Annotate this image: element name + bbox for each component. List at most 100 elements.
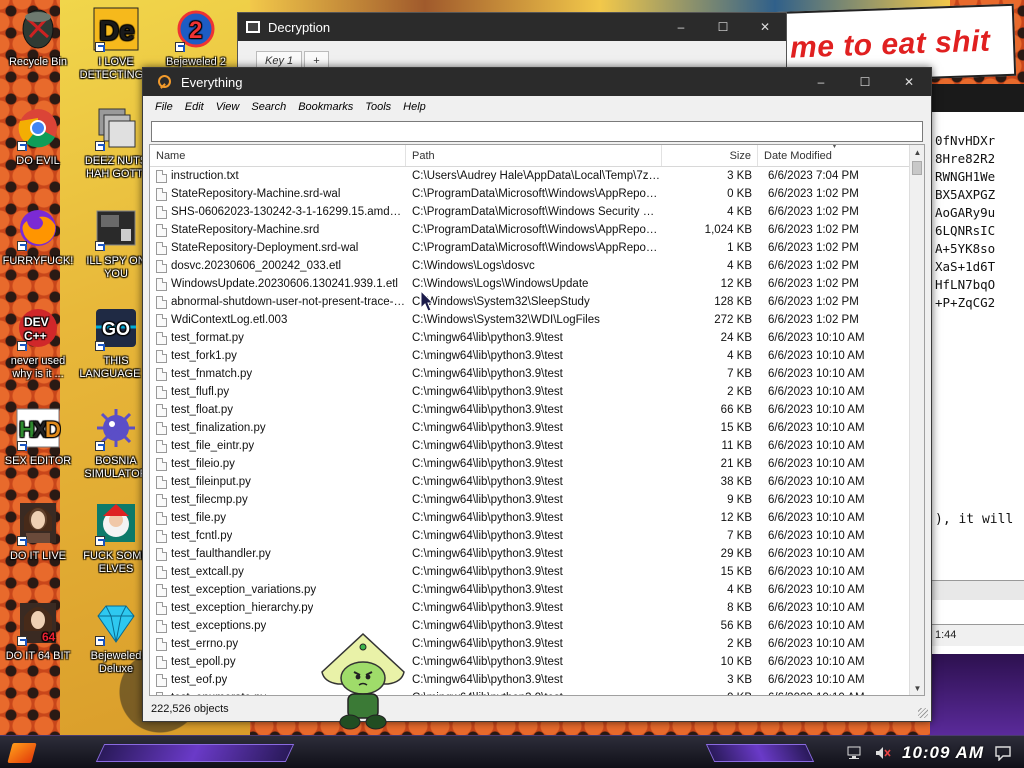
console-window[interactable]: 0fNvHDXr 8Hre82R2 RWNGH1We BX5AXPGZ AoGARy9u… bbox=[930, 84, 1024, 654]
clock[interactable]: 10:09 AM bbox=[902, 743, 984, 763]
scroll-thumb[interactable] bbox=[912, 161, 922, 175]
table-row[interactable]: test_finalization.py C:\mingw64\lib\pytho… bbox=[150, 419, 910, 437]
column-name[interactable]: Name bbox=[150, 145, 406, 166]
cell-size: 8 KB bbox=[727, 602, 752, 614]
menu-file[interactable]: File bbox=[149, 101, 179, 113]
table-row[interactable]: test_fnmatch.py C:\mingw64\lib\python3.9\… bbox=[150, 365, 910, 383]
table-row[interactable]: dosvc.20230606_200242_033.etl C:\Windows\… bbox=[150, 257, 910, 275]
column-size[interactable]: Size bbox=[662, 145, 758, 166]
table-row[interactable]: test_enumerate.py C:\mingw64\lib\python3.… bbox=[150, 689, 910, 695]
network-icon[interactable] bbox=[846, 746, 864, 760]
file-icon bbox=[156, 457, 167, 471]
desktop-icon[interactable]: FURRYFUCK! bbox=[0, 205, 76, 268]
cell-name: test_fileio.py bbox=[150, 457, 406, 471]
table-row[interactable]: test_file_eintr.py C:\mingw64\lib\python3… bbox=[150, 437, 910, 455]
menu-help[interactable]: Help bbox=[397, 101, 432, 113]
maximize-button[interactable]: ☐ bbox=[843, 68, 887, 96]
table-row[interactable]: instruction.txt C:\Users\Audrey Hale\AppD… bbox=[150, 167, 910, 185]
console-titlebar[interactable] bbox=[931, 84, 1024, 112]
table-row[interactable]: abnormal-shutdown-user-not-present-trace… bbox=[150, 293, 910, 311]
notification-icon[interactable] bbox=[994, 745, 1012, 761]
menu-bookmarks[interactable]: Bookmarks bbox=[292, 101, 359, 113]
desktop-icon[interactable]: 64 DO IT 64 BIT bbox=[0, 600, 76, 663]
table-row[interactable]: test_flufl.py C:\mingw64\lib\python3.9\te… bbox=[150, 383, 910, 401]
table-row[interactable]: WdiContextLog.etl.003 C:\Windows\System32… bbox=[150, 311, 910, 329]
table-row[interactable]: StateRepository-Machine.srd-wal C:\Progra… bbox=[150, 185, 910, 203]
cell-name: test_filecmp.py bbox=[150, 493, 406, 507]
console-line: 8Hre82R2 bbox=[935, 151, 996, 166]
file-icon bbox=[156, 277, 167, 291]
column-date-modified[interactable]: ▼ Date Modified bbox=[758, 145, 910, 166]
file-icon bbox=[156, 241, 167, 255]
cell-size: 1,024 KB bbox=[704, 224, 752, 236]
table-row[interactable]: test_eof.py C:\mingw64\lib\python3.9\test… bbox=[150, 671, 910, 689]
search-input[interactable] bbox=[151, 121, 923, 142]
spy-tool-icon bbox=[93, 205, 139, 251]
table-row[interactable]: test_exception_variations.py C:\mingw64\l… bbox=[150, 581, 910, 599]
table-row[interactable]: test_float.py C:\mingw64\lib\python3.9\te… bbox=[150, 401, 910, 419]
table-row[interactable]: WindowsUpdate.20230606.130241.939.1.etl C… bbox=[150, 275, 910, 293]
file-icon bbox=[156, 313, 167, 327]
everything-window[interactable]: Everything – ☐ ✕ File Edit View Search B… bbox=[142, 67, 932, 722]
column-path[interactable]: Path bbox=[406, 145, 662, 166]
console-line: XaS+1d6T bbox=[935, 259, 996, 274]
table-row[interactable]: SHS-06062023-130242-3-1-16299.15.amd64f.… bbox=[150, 203, 910, 221]
svg-text:C++: C++ bbox=[24, 329, 47, 343]
table-row[interactable]: test_fileinput.py C:\mingw64\lib\python3.… bbox=[150, 473, 910, 491]
desktop-icon[interactable]: DO IT LIVE bbox=[0, 500, 76, 563]
table-row[interactable]: test_filecmp.py C:\mingw64\lib\python3.9\… bbox=[150, 491, 910, 509]
menu-view[interactable]: View bbox=[210, 101, 246, 113]
table-row[interactable]: StateRepository-Machine.srd C:\ProgramDat… bbox=[150, 221, 910, 239]
table-row[interactable]: test_fileio.py C:\mingw64\lib\python3.9\t… bbox=[150, 455, 910, 473]
table-row[interactable]: test_exceptions.py C:\mingw64\lib\python3… bbox=[150, 617, 910, 635]
vertical-scrollbar[interactable]: ▲ ▼ bbox=[909, 145, 924, 695]
table-row[interactable]: test_file.py C:\mingw64\lib\python3.9\tes… bbox=[150, 509, 910, 527]
everything-titlebar[interactable]: Everything – ☐ ✕ bbox=[143, 68, 931, 96]
svg-text:DEV: DEV bbox=[24, 315, 49, 329]
results-list[interactable]: Name Path Size ▼ Date Modified instructi… bbox=[149, 144, 925, 696]
console-status: 1:44 bbox=[931, 624, 1024, 646]
file-name: test_exception_variations.py bbox=[171, 584, 317, 596]
resize-grip-icon[interactable] bbox=[918, 708, 928, 718]
menu-edit[interactable]: Edit bbox=[179, 101, 210, 113]
desktop-icon[interactable]: Recycle Bin bbox=[0, 6, 76, 69]
cell-path: C:\Windows\System32\WDI\LogFiles bbox=[412, 314, 600, 326]
scroll-up-icon[interactable]: ▲ bbox=[910, 145, 924, 161]
decryption-titlebar[interactable]: Decryption – ☐ ✕ bbox=[238, 13, 786, 41]
table-row[interactable]: test_epoll.py C:\mingw64\lib\python3.9\te… bbox=[150, 653, 910, 671]
file-name: test_float.py bbox=[171, 404, 234, 416]
desktop-icon[interactable]: 2 Bejeweled 2 bbox=[158, 6, 234, 69]
close-button[interactable]: ✕ bbox=[887, 68, 931, 96]
minimize-button[interactable]: – bbox=[660, 13, 702, 41]
volume-muted-icon[interactable] bbox=[874, 746, 892, 760]
table-row[interactable]: test_exception_hierarchy.py C:\mingw64\li… bbox=[150, 599, 910, 617]
start-button-icon[interactable] bbox=[8, 740, 38, 766]
desktop-icon[interactable]: H X D SEX EDITOR bbox=[0, 405, 76, 468]
cell-path: C:\ProgramData\Microsoft\Windows Securit… bbox=[412, 206, 662, 218]
console-line: +P+ZqCG2 bbox=[935, 295, 996, 310]
table-row[interactable]: test_faulthandler.py C:\mingw64\lib\pytho… bbox=[150, 545, 910, 563]
file-name: WdiContextLog.etl.003 bbox=[171, 314, 288, 326]
desktop-icon[interactable]: DO EVIL bbox=[0, 105, 76, 168]
menu-search[interactable]: Search bbox=[245, 101, 292, 113]
maximize-button[interactable]: ☐ bbox=[702, 13, 744, 41]
table-row[interactable]: test_format.py C:\mingw64\lib\python3.9\t… bbox=[150, 329, 910, 347]
cell-date: 6/6/2023 10:10 AM bbox=[768, 638, 865, 650]
minimize-button[interactable]: – bbox=[799, 68, 843, 96]
file-icon bbox=[156, 187, 167, 201]
table-row[interactable]: test_fork1.py C:\mingw64\lib\python3.9\te… bbox=[150, 347, 910, 365]
desktop-icon[interactable]: DEV C++ never used why is it ... bbox=[0, 305, 76, 381]
table-row[interactable]: StateRepository-Deployment.srd-wal C:\Pro… bbox=[150, 239, 910, 257]
table-row[interactable]: test_errno.py C:\mingw64\lib\python3.9\te… bbox=[150, 635, 910, 653]
file-icon bbox=[156, 367, 167, 381]
object-count: 222,526 objects bbox=[151, 703, 229, 715]
cell-size: 2 KB bbox=[727, 386, 752, 398]
table-row[interactable]: test_fcntl.py C:\mingw64\lib\python3.9\te… bbox=[150, 527, 910, 545]
menu-tools[interactable]: Tools bbox=[359, 101, 397, 113]
close-button[interactable]: ✕ bbox=[744, 13, 786, 41]
column-header: Name Path Size ▼ Date Modified bbox=[150, 145, 910, 167]
scroll-down-icon[interactable]: ▼ bbox=[910, 681, 924, 695]
cell-date: 6/6/2023 10:10 AM bbox=[768, 350, 865, 362]
table-row[interactable]: test_extcall.py C:\mingw64\lib\python3.9\… bbox=[150, 563, 910, 581]
file-name: test_fnmatch.py bbox=[171, 368, 253, 380]
